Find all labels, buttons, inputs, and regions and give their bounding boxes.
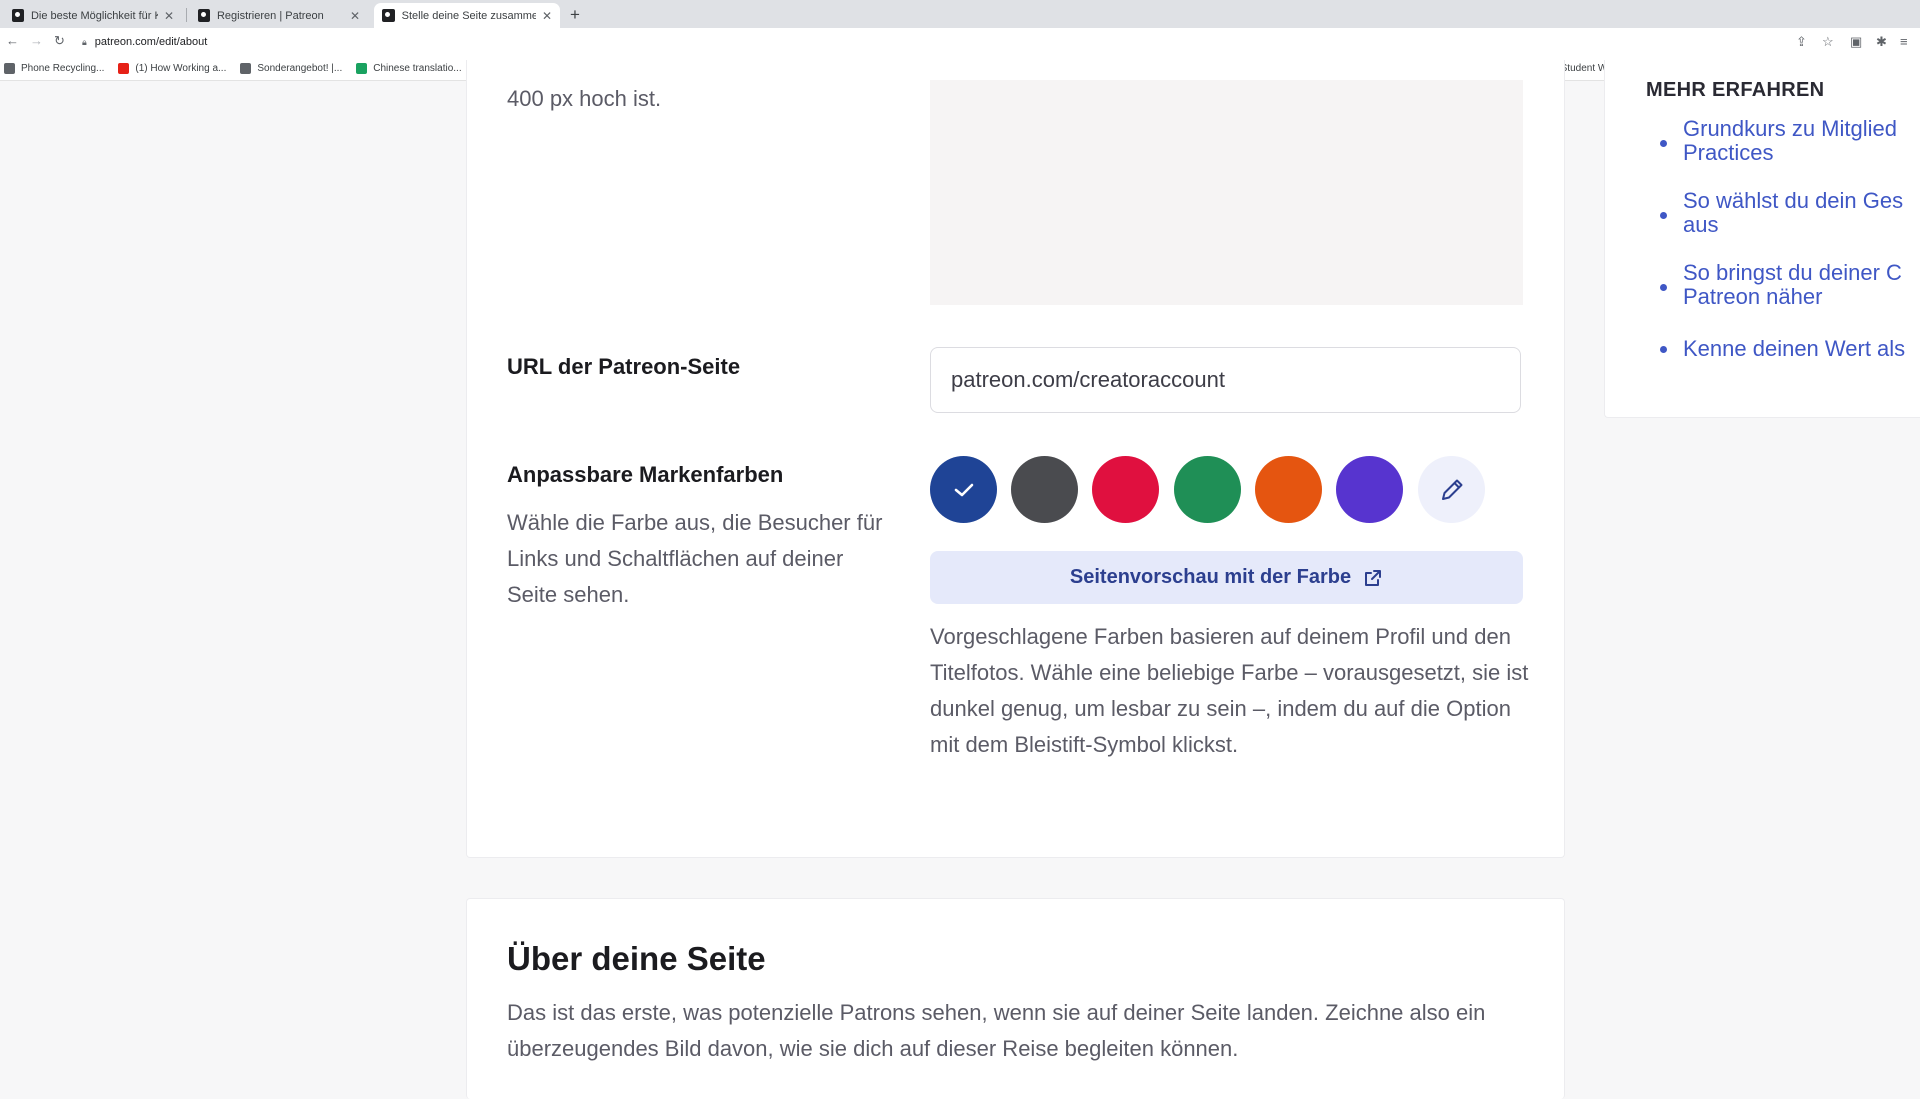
color-suggestion-text: Vorgeschlagene Farben basieren auf deine… bbox=[930, 624, 1529, 757]
forward-arrow-icon[interactable]: → bbox=[30, 33, 43, 48]
tab-title: Registrieren | Patreon bbox=[216, 9, 324, 22]
bullet bbox=[1660, 140, 1667, 147]
link-line: Grundkurs zu Mitglied bbox=[1683, 116, 1897, 141]
swatch-purple[interactable] bbox=[1336, 456, 1403, 523]
menu-icon[interactable]: ≡ bbox=[1900, 34, 1908, 49]
tab-close-icon[interactable]: ✕ bbox=[542, 9, 552, 23]
extension-icon[interactable]: ▣ bbox=[1850, 34, 1862, 50]
learn-more-heading: MEHR ERFAHREN bbox=[1646, 79, 1825, 101]
sidebar-link-know-your-worth[interactable]: Kenne deinen Wert als bbox=[1683, 337, 1905, 361]
about-section-description: Das ist das erste, was potenzielle Patro… bbox=[507, 1000, 1486, 1061]
new-tab-button[interactable]: + bbox=[570, 5, 580, 25]
tab-title: Die beste Möglichkeit für Künstl bbox=[30, 9, 158, 22]
browser-toolbar: ← → ↻ 🔒︎ patreon.com/edit/about ⇪ ☆ ▣ ✱ … bbox=[0, 28, 1920, 56]
tab-title: Stelle deine Seite zusammen | bbox=[401, 9, 536, 22]
brand-colors-label: Anpassbare Markenfarben bbox=[507, 462, 784, 487]
external-link-icon bbox=[1363, 568, 1383, 588]
custom-color-button[interactable] bbox=[1418, 456, 1485, 523]
reload-icon[interactable]: ↻ bbox=[54, 33, 65, 49]
bookmark-item[interactable]: (1) How Working a... bbox=[118, 62, 227, 74]
back-arrow-icon[interactable]: ← bbox=[6, 33, 19, 48]
browser-tab-strip: Die beste Möglichkeit für Künstl ✕ Regis… bbox=[0, 0, 1920, 28]
bookmark-star-icon[interactable]: ☆ bbox=[1822, 34, 1834, 50]
bookmark-item[interactable]: Chinese translatio... bbox=[356, 62, 462, 74]
bullet bbox=[1660, 346, 1667, 353]
swatch-red[interactable] bbox=[1092, 456, 1159, 523]
swatch-dark-gray[interactable] bbox=[1011, 456, 1078, 523]
tab-separator bbox=[186, 8, 187, 22]
tab-edit-page[interactable]: Stelle deine Seite zusammen | ✕ bbox=[374, 3, 560, 28]
swatch-blue[interactable] bbox=[930, 456, 997, 523]
bookmark-label: (1) How Working a... bbox=[135, 62, 227, 74]
link-line: So bringst du deiner C bbox=[1683, 260, 1902, 285]
swatch-orange[interactable] bbox=[1255, 456, 1322, 523]
bookmark-favicon-icon bbox=[4, 62, 15, 74]
bookmark-favicon-icon bbox=[118, 62, 130, 74]
bullet bbox=[1660, 284, 1667, 291]
bookmark-favicon-icon bbox=[240, 62, 252, 74]
address-url: patreon.com/edit/about bbox=[94, 36, 208, 48]
cover-image-area[interactable] bbox=[930, 80, 1523, 305]
bullet bbox=[1660, 212, 1667, 219]
bookmark-label: Phone Recycling... bbox=[21, 62, 105, 74]
sidebar-link-choose-business[interactable]: So wählst du dein Ges aus bbox=[1683, 189, 1903, 237]
address-bar[interactable]: 🔒︎ patreon.com/edit/about bbox=[82, 31, 1782, 53]
link-line: Patreon näher bbox=[1683, 284, 1823, 309]
about-section-title: Über deine Seite bbox=[507, 940, 766, 977]
checkmark-icon bbox=[954, 483, 973, 496]
pencil-icon bbox=[1441, 479, 1462, 500]
share-icon[interactable]: ⇪ bbox=[1796, 34, 1807, 50]
tab-register[interactable]: Registrieren | Patreon ✕ bbox=[190, 3, 368, 28]
sidebar-link-membership-basics[interactable]: Grundkurs zu Mitglied Practices bbox=[1683, 117, 1897, 165]
swatch-green[interactable] bbox=[1174, 456, 1241, 523]
link-line: Kenne deinen Wert als bbox=[1683, 336, 1906, 361]
color-preview-button[interactable]: Seitenvorschau mit der Farbe bbox=[930, 551, 1523, 604]
puzzle-icon[interactable]: ✱ bbox=[1876, 34, 1887, 50]
bookmark-label: Chinese translatio... bbox=[373, 62, 462, 74]
lock-icon: 🔒︎ bbox=[82, 36, 87, 47]
patreon-favicon-icon bbox=[198, 9, 210, 22]
bookmark-item[interactable]: Sonderangebot! |... bbox=[240, 62, 343, 74]
patreon-favicon-icon bbox=[382, 9, 395, 22]
link-line: aus bbox=[1683, 212, 1719, 237]
learn-more-card bbox=[1604, 60, 1920, 418]
bookmark-favicon-icon bbox=[356, 62, 368, 74]
url-field-label: URL der Patreon-Seite bbox=[507, 354, 741, 379]
cover-help-text: 400 px hoch ist. bbox=[507, 86, 662, 111]
color-preview-label: Seitenvorschau mit der Farbe bbox=[1069, 566, 1352, 588]
tab-close-icon[interactable]: ✕ bbox=[164, 9, 174, 23]
patreon-url-input[interactable] bbox=[930, 347, 1521, 413]
link-line: So wählst du dein Ges bbox=[1683, 188, 1904, 213]
tab-membership[interactable]: Die beste Möglichkeit für Künstl ✕ bbox=[4, 3, 182, 28]
patreon-favicon-icon bbox=[12, 9, 24, 22]
brand-colors-description: Wähle die Farbe aus, die Besucher für Li… bbox=[507, 510, 883, 607]
link-line: Practices bbox=[1683, 140, 1774, 165]
tab-close-icon[interactable]: ✕ bbox=[350, 9, 360, 23]
bookmark-label: Sonderangebot! |... bbox=[257, 62, 343, 74]
bookmark-item[interactable]: Phone Recycling... bbox=[4, 62, 105, 74]
sidebar-link-bring-closer[interactable]: So bringst du deiner C Patreon näher bbox=[1683, 261, 1902, 309]
